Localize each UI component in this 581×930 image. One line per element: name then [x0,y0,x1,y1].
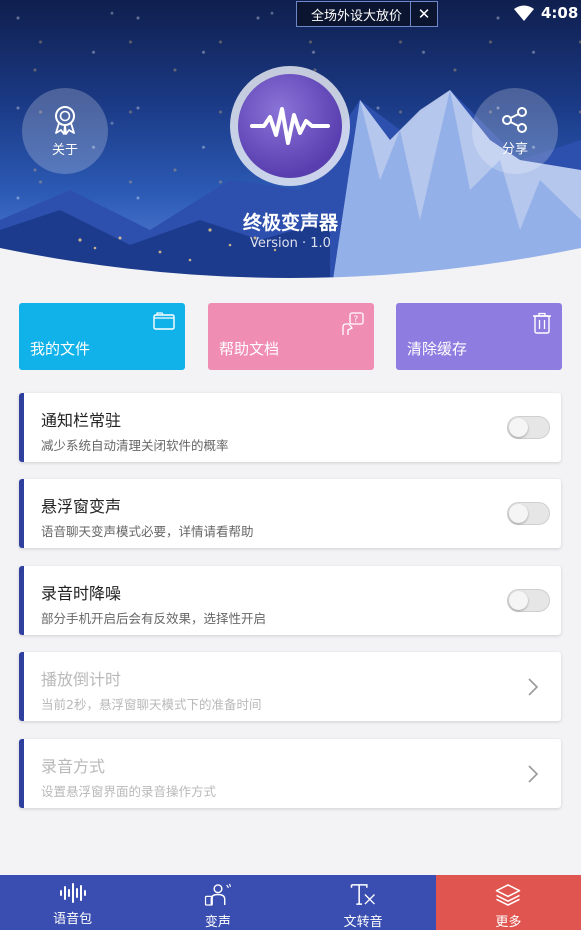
floating-voice-toggle[interactable] [507,502,550,525]
setting-desc: 部分手机开启后会有反效果，选择性开启 [41,611,267,626]
tile-label: 我的文件 [30,340,91,358]
setting-playback-countdown[interactable]: 播放倒计时 当前2秒，悬浮窗聊天模式下的准备时间 [19,652,561,721]
tile-label: 帮助文档 [219,340,280,358]
app-version: Version · 1.0 [250,236,331,251]
svg-text:?: ? [354,315,359,325]
waveform-icon [59,883,86,903]
status-time: 4:08 [541,4,579,22]
nav-item-more[interactable]: 更多 [435,875,581,930]
tile-label: 清除缓存 [407,340,468,358]
folder-icon [153,312,175,330]
award-icon [55,105,75,135]
help-icon: ? [342,312,364,335]
setting-recording-mode[interactable]: 录音方式 设置悬浮窗界面的录音操作方式 [19,739,561,808]
bottom-nav: 语音包 变声 文转音 更多 [0,875,581,930]
nav-item-voice-change[interactable]: 变声 [145,875,290,930]
setting-desc: 语音聊天变声模式必要，详情请看帮助 [41,524,254,539]
setting-notification-persistent[interactable]: 通知栏常驻 减少系统自动清理关闭软件的概率 [19,393,561,462]
app-title: 终极变声器 [242,212,338,234]
ad-banner[interactable]: 全场外设大放价 ✕ [296,1,438,27]
layers-icon [496,884,521,906]
nav-label: 语音包 [53,912,93,927]
trash-icon [533,312,551,334]
about-label: 关于 [51,142,78,158]
waveform-logo-icon [250,107,330,145]
noise-reduction-toggle[interactable] [507,589,550,612]
setting-desc: 当前2秒，悬浮窗聊天模式下的准备时间 [41,697,262,712]
setting-desc: 设置悬浮窗界面的录音操作方式 [41,784,217,799]
share-label: 分享 [501,141,528,157]
text-to-speech-icon [350,884,376,905]
chevron-right-icon [528,765,539,783]
nav-label: 变声 [204,915,231,930]
setting-title: 录音方式 [41,757,106,776]
nav-item-text-to-speech[interactable]: 文转音 [291,875,436,930]
about-button[interactable]: 关于 [22,88,108,174]
help-docs-tile[interactable]: ? 帮助文档 [208,303,374,370]
setting-desc: 减少系统自动清理关闭软件的概率 [41,438,229,453]
share-button[interactable]: 分享 [472,88,558,174]
share-icon [502,106,527,133]
setting-title: 通知栏常驻 [41,411,122,430]
app-logo [230,66,350,186]
voice-change-icon [204,883,231,906]
clear-cache-tile[interactable]: 清除缓存 [396,303,562,370]
chevron-right-icon [528,678,539,696]
nav-label: 文转音 [343,915,383,930]
setting-title: 录音时降噪 [41,584,122,603]
nav-item-voice-pack[interactable]: 语音包 [0,875,145,930]
status-bar: 全场外设大放价 ✕ 4:08 [0,0,581,28]
close-icon[interactable]: ✕ [411,2,437,26]
notification-toggle[interactable] [507,416,550,439]
setting-noise-reduction[interactable]: 录音时降噪 部分手机开启后会有反效果，选择性开启 [19,566,561,635]
setting-title: 播放倒计时 [41,670,122,689]
setting-floating-voice[interactable]: 悬浮窗变声 语音聊天变声模式必要，详情请看帮助 [19,479,561,548]
ad-text[interactable]: 全场外设大放价 [297,5,410,24]
setting-title: 悬浮窗变声 [41,497,122,516]
wifi-icon [514,5,534,21]
nav-label: 更多 [495,915,522,930]
my-files-tile[interactable]: 我的文件 [19,303,185,370]
